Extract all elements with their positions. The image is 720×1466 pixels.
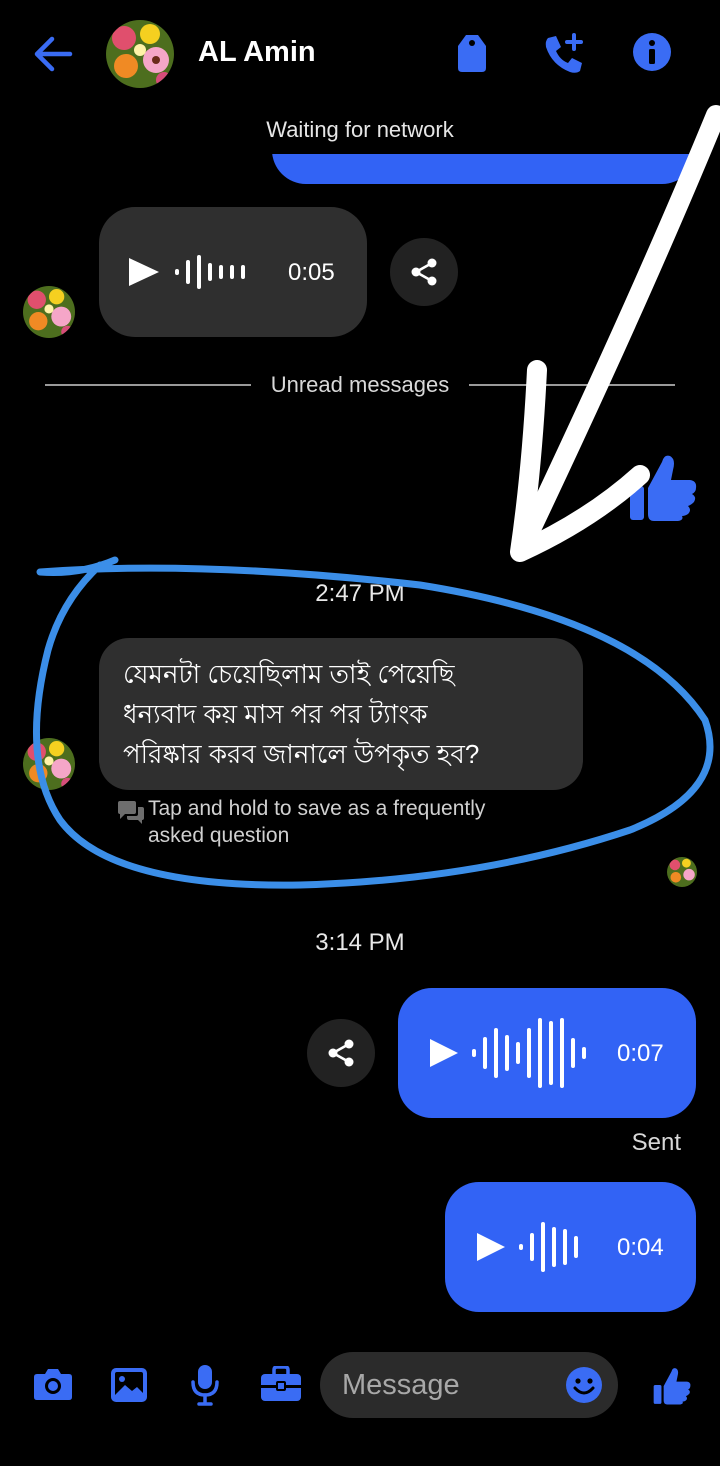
sender-avatar[interactable] xyxy=(23,286,75,338)
message-line: যেমনটা চেয়েছিলাম তাই পেয়েছি xyxy=(123,659,455,689)
play-button[interactable] xyxy=(127,257,161,287)
share-icon xyxy=(328,1039,354,1067)
share-button[interactable] xyxy=(390,238,458,306)
play-icon xyxy=(477,1233,505,1261)
play-icon xyxy=(129,258,159,286)
back-arrow-icon xyxy=(34,36,73,72)
emoji-icon xyxy=(566,1367,602,1403)
message-line: পরিষ্কার করব জানালে উপকৃত হব? xyxy=(123,739,480,769)
contact-avatar[interactable] xyxy=(106,20,174,88)
delivery-status: Sent xyxy=(631,1129,681,1156)
camera-icon xyxy=(34,1369,72,1400)
play-button[interactable] xyxy=(475,1232,507,1262)
image-icon xyxy=(111,1368,147,1402)
audio-duration: 0:04 xyxy=(617,1234,664,1261)
add-call-button[interactable] xyxy=(542,32,586,76)
audio-duration: 0:05 xyxy=(288,259,335,286)
play-icon xyxy=(430,1039,458,1067)
camera-button[interactable] xyxy=(33,1366,73,1402)
like-button[interactable] xyxy=(652,1365,692,1405)
timestamp: 2:47 PM xyxy=(315,580,405,607)
info-button[interactable] xyxy=(632,32,672,72)
play-button[interactable] xyxy=(428,1038,460,1068)
tag-icon xyxy=(458,35,486,72)
outgoing-audio-message[interactable]: 0:04 xyxy=(445,1182,696,1312)
voice-record-button[interactable] xyxy=(190,1364,220,1406)
incoming-audio-message[interactable]: 0:05 xyxy=(99,207,367,337)
seen-receipt-avatar xyxy=(667,857,697,887)
audio-waveform[interactable] xyxy=(472,1016,586,1090)
contact-name[interactable]: AL Amin xyxy=(198,36,316,69)
chat-bubbles-icon xyxy=(116,800,146,826)
apps-button[interactable] xyxy=(260,1366,302,1402)
annotation-arrow-head xyxy=(510,360,650,562)
share-icon xyxy=(411,258,437,286)
message-placeholder: Message xyxy=(342,1369,460,1401)
network-status: Waiting for network xyxy=(266,117,454,142)
sender-avatar[interactable] xyxy=(23,738,75,790)
divider-line-left xyxy=(45,384,251,386)
faq-hint[interactable]: Tap and hold to save as a frequently ask… xyxy=(148,795,485,849)
share-button[interactable] xyxy=(307,1019,375,1087)
message-line: ধন্যবাদ কয় মাস পর পর ট্যাংক xyxy=(123,699,428,729)
back-button[interactable] xyxy=(32,34,74,74)
audio-waveform[interactable] xyxy=(175,253,245,291)
thumbs-up-icon xyxy=(653,1368,691,1405)
incoming-text-message[interactable]: যেমনটা চেয়েছিলাম তাই পেয়েছি ধন্যবাদ কয… xyxy=(99,638,583,790)
thumbs-up-sticker[interactable] xyxy=(628,450,698,522)
phone-add-icon xyxy=(545,33,583,73)
message-input[interactable]: Message xyxy=(320,1352,618,1418)
thumbs-up-icon xyxy=(630,455,697,521)
emoji-button[interactable] xyxy=(565,1366,603,1404)
timestamp: 3:14 PM xyxy=(315,929,405,956)
outgoing-audio-message[interactable]: 0:07 xyxy=(398,988,696,1118)
unread-divider-label: Unread messages xyxy=(270,372,450,397)
microphone-icon xyxy=(191,1365,219,1406)
tag-button[interactable] xyxy=(452,32,492,74)
audio-duration: 0:07 xyxy=(617,1040,664,1067)
audio-waveform[interactable] xyxy=(519,1220,578,1274)
info-icon xyxy=(633,33,671,71)
briefcase-icon xyxy=(261,1366,301,1401)
divider-line-right xyxy=(469,384,675,386)
gallery-button[interactable] xyxy=(110,1367,148,1403)
